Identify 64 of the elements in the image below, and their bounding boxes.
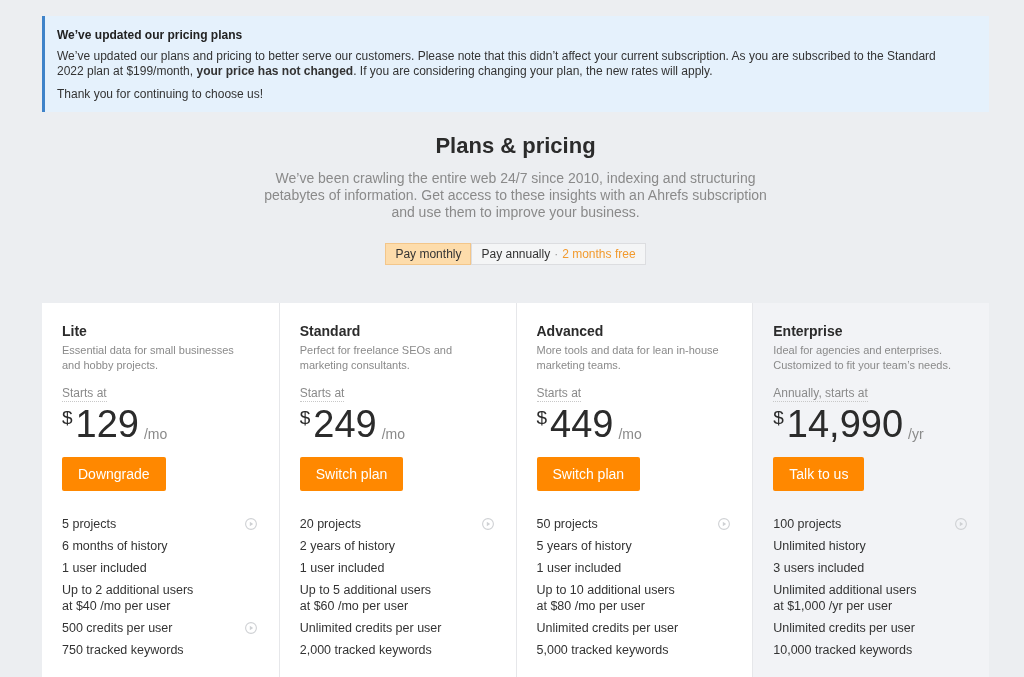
feature-text: Unlimited credits per user <box>773 620 915 636</box>
feature-text: 2,000 tracked keywords <box>299 642 432 658</box>
plan-action-button[interactable]: Talk to us <box>773 457 865 491</box>
feature-text: 5,000 tracked keywords <box>536 642 669 658</box>
price-period: /mo <box>144 426 168 442</box>
price-label: Starts at <box>536 385 582 402</box>
feature-text: 1 user included <box>536 560 622 576</box>
feature-text: Unlimited credits per user <box>536 620 679 636</box>
feature-text: Unlimited history <box>773 538 866 554</box>
price-amount: 449 <box>550 405 614 443</box>
plan-name: Lite <box>62 323 88 339</box>
feature-text: 3 users included <box>773 560 865 576</box>
feature-text: 50 projects <box>536 516 598 532</box>
play-icon[interactable] <box>244 518 257 530</box>
feature-text: Unlimited credits per user <box>299 620 442 636</box>
billing-tab[interactable]: Pay annually · 2 months free <box>471 243 646 265</box>
feature-text: 5 projects <box>62 516 117 532</box>
feature-text: Unlimited additional users at $1,000 /yr per user <box>773 582 917 614</box>
feature-text: 1 user included <box>299 560 385 576</box>
plan-description: Perfect for freelance SEOs and marketing consultants. <box>299 343 453 373</box>
feature-text: Up to 2 additional users at $40 /mo per user <box>62 582 194 614</box>
currency-symbol: $ <box>62 407 73 429</box>
currency-symbol: $ <box>536 407 548 429</box>
currency-symbol: $ <box>299 407 311 429</box>
price-period: /mo <box>618 426 642 442</box>
price-period: /mo <box>381 426 406 442</box>
price-label: Annually, starts at <box>773 385 868 402</box>
price-amount: 249 <box>313 405 377 443</box>
plan-name: Standard <box>299 323 362 339</box>
page-subtitle: We’ve been crawling the entire web 24/7 since 2010, indexing and structuring petabytes of information. Get access to these insights with an Ahrefs subscription and use them to improve your business. <box>263 170 768 221</box>
feature-text: 20 projects <box>299 516 361 532</box>
plan-action-button[interactable]: Downgrade <box>62 457 166 491</box>
feature-text: 750 tracked keywords <box>62 642 184 658</box>
feature-text: 1 user included <box>62 560 147 576</box>
play-icon[interactable] <box>955 518 967 530</box>
price-period: /yr <box>908 426 924 442</box>
plan-action-button[interactable]: Switch plan <box>299 457 404 491</box>
plan-name: Advanced <box>536 323 605 339</box>
notice-text: Thank you for continuing to choose us! <box>57 87 265 102</box>
feature-text: 100 projects <box>773 516 842 532</box>
feature-text: 500 credits per user <box>62 620 173 636</box>
play-icon[interactable] <box>481 518 494 530</box>
price-amount: 14,990 <box>786 405 904 443</box>
price-amount: 129 <box>75 405 139 443</box>
plan-name: Enterprise <box>773 323 844 339</box>
feature-text: 6 months of history <box>62 538 168 554</box>
notice-title: We’ve updated our pricing plans <box>57 27 244 43</box>
feature-text: 2 years of history <box>299 538 395 554</box>
feature-text: Up to 10 additional users at $80 /mo per user <box>536 582 675 614</box>
price-label: Starts at <box>62 385 107 402</box>
price-label: Starts at <box>299 385 345 402</box>
feature-text: Up to 5 additional users at $60 /mo per user <box>299 582 432 614</box>
play-icon[interactable] <box>718 518 731 530</box>
play-icon[interactable] <box>244 622 257 634</box>
plan-description: More tools and data for lean in-house marketing teams. <box>536 343 720 373</box>
feature-text: 5 years of history <box>536 538 632 554</box>
plan-description: Essential data for small businesses and hobby projects. <box>62 343 235 373</box>
plan-action-button[interactable]: Switch plan <box>536 457 641 491</box>
billing-tab[interactable]: Pay monthly <box>385 243 472 265</box>
currency-symbol: $ <box>773 407 784 429</box>
feature-text: 10,000 tracked keywords <box>773 642 913 658</box>
notice-text: We’ve updated our plans and pricing to better serve our customers. Please note that this didn’t affect your current subscription. As you are subscribed to the Standard 2022 plan at $199/month, your price has not changed. If you are considering changing your plan, the new rates will apply. <box>57 49 937 79</box>
page-title: Plans & pricing <box>434 132 597 160</box>
plan-description: Ideal for agencies and enterprises. Customized to fit your team’s needs. <box>773 343 952 373</box>
